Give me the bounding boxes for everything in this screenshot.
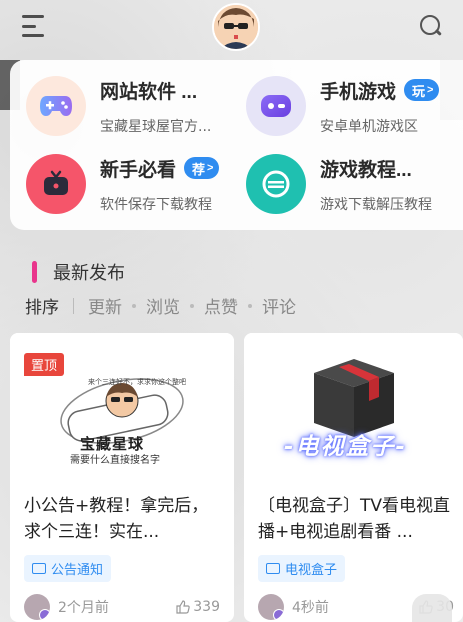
post-thumbnail: -电视盒子- (244, 333, 463, 473)
post-title[interactable]: 〔电视盒子〕TV看电视直播+电视追剧看番 ... (258, 493, 454, 545)
recommend-badge: 荐 > (184, 157, 220, 179)
thumbnail-subcaption: 需要什么直接搜名字 (70, 455, 160, 466)
post-tag-label: 电视盒子 (285, 563, 338, 578)
sort-label: 排序 (25, 298, 59, 318)
menu-icon[interactable] (22, 15, 48, 37)
post-tag-label: 公告通知 (51, 563, 104, 578)
folder-icon (32, 563, 46, 574)
post-card[interactable]: 来个三连好不，求求你这个整吧 宝藏星球 需要什么直接搜名字 置顶 小公告+教程！… (10, 333, 234, 622)
author-avatar[interactable] (258, 594, 284, 620)
thumbnail-caption: -电视盒子- (284, 434, 408, 460)
quick-nav-panel: 网站软件 ... 宝藏星球屋官方... 手机游戏 玩 > 安卓单机游戏区 新手必… (10, 60, 463, 230)
sort-option-views[interactable]: 浏览 (146, 293, 180, 318)
post-time: 4秒前 (292, 600, 329, 616)
post-title[interactable]: 小公告+教程！拿完后，求个三连！实在... (24, 493, 220, 545)
post-thumbnail: 来个三连好不，求求你这个整吧 宝藏星球 需要什么直接搜名字 置顶 (10, 333, 234, 473)
section-header: 最新发布 (32, 259, 125, 285)
quick-nav-item-beginner[interactable]: 新手必看 荐 > 软件保存下载教程 (26, 154, 220, 214)
floating-action-button[interactable] (412, 594, 452, 622)
quick-nav-item-mobile-games[interactable]: 手机游戏 玩 > 安卓单机游戏区 (246, 76, 440, 136)
section-title: 最新发布 (53, 263, 125, 284)
post-tag[interactable]: 公告通知 (24, 555, 112, 582)
game-controller-icon (246, 76, 306, 136)
author-avatar[interactable] (24, 594, 50, 620)
divider-dot (248, 303, 252, 308)
pinned-badge: 置顶 (24, 353, 65, 376)
post-time: 2个月前 (58, 600, 109, 616)
quick-nav-item-game-tutorial[interactable]: 游戏教程... 游戏下载解压教程 (246, 154, 432, 214)
thumbnail-bubble-text: 来个三连好不，求求你这个整吧 (88, 378, 186, 386)
quick-nav-subtitle: 游戏下载解压教程 (320, 196, 432, 213)
play-badge: 玩 > (404, 79, 440, 101)
quick-nav-item-software[interactable]: 网站软件 ... 宝藏星球屋官方... (26, 76, 211, 136)
quick-nav-title: 网站软件 ... (100, 81, 198, 103)
quick-nav-title: 手机游戏 玩 > (320, 77, 440, 104)
post-meta: 2个月前 339 (24, 594, 220, 620)
sort-option-likes[interactable]: 点赞 (204, 293, 238, 318)
gamepad-icon (26, 76, 86, 136)
quick-nav-title: 新手必看 荐 > (100, 155, 220, 182)
tv-icon (26, 154, 86, 214)
divider-dot (132, 303, 136, 308)
search-icon[interactable] (419, 14, 443, 38)
site-avatar[interactable] (212, 3, 260, 51)
quick-nav-subtitle: 软件保存下载教程 (100, 196, 212, 213)
thumbs-up-icon (176, 600, 190, 614)
divider-dot (190, 303, 194, 308)
avatar-cartoon-icon (214, 5, 258, 49)
like-count-value: 339 (193, 599, 220, 615)
section-accent-bar (32, 261, 37, 283)
no-entry-icon (246, 154, 306, 214)
folder-icon (266, 563, 280, 574)
post-card[interactable]: -电视盒子- 〔电视盒子〕TV看电视直播+电视追剧看番 ... 电视盒子 4秒前… (244, 333, 463, 622)
divider (73, 297, 74, 314)
quick-nav-subtitle: 安卓单机游戏区 (320, 118, 418, 135)
sort-option-update[interactable]: 更新 (88, 293, 122, 318)
like-count[interactable]: 339 (176, 599, 220, 615)
post-tag[interactable]: 电视盒子 (258, 555, 346, 582)
quick-nav-subtitle: 宝藏星球屋官方... (100, 118, 212, 135)
quick-nav-title: 游戏教程... (320, 159, 412, 181)
sort-bar: 排序 更新 浏览 点赞 评论 (25, 293, 296, 318)
sort-option-comments[interactable]: 评论 (262, 293, 296, 318)
